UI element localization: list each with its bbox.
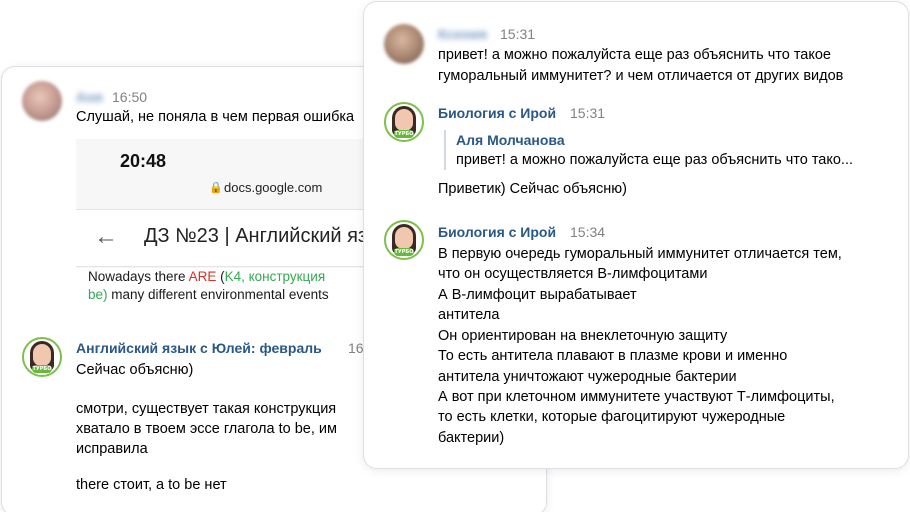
message-line: смотри, существует такая конструкция — [76, 401, 337, 417]
message-time: 15:31 — [570, 105, 606, 121]
lock-icon: 🔒 — [209, 182, 223, 194]
fade-overlay — [76, 302, 376, 307]
chat-card-biology: Ксения 15:31 привет! а можно пожалуйста … — [363, 1, 909, 469]
message-line: антитела — [438, 307, 500, 323]
teacher-avatar[interactable]: ТУРБО — [384, 102, 424, 142]
doc-comment: be) — [88, 287, 108, 302]
quote-text: привет! а можно пожалуйста еще раз объяс… — [456, 152, 854, 168]
sender-name[interactable]: Биология с Ирой — [438, 224, 556, 240]
attached-screenshot[interactable]: 20:48 🔒 docs.google.com ← ДЗ №23 | Англи… — [76, 139, 376, 307]
message-line: бактерии) — [438, 430, 505, 446]
docs-toolbar: ← ДЗ №23 | Английский язык — [76, 209, 376, 267]
avatar-face — [33, 344, 51, 366]
message-line: хватало в твоем эссе глагола to be, им — [76, 421, 337, 437]
message-line: гуморальный иммунитет? и чем отличается … — [438, 68, 844, 84]
message-line: то есть клетки, которые фагоцитируют чуж… — [438, 409, 786, 425]
doc-text: many different environmental events — [107, 287, 329, 302]
message-line: Сейчас объясню) — [76, 362, 194, 378]
phone-status-bar: 20:48 🔒 docs.google.com — [76, 139, 376, 209]
reply-quote[interactable]: Аля Молчанова привет! а можно пожалуйста… — [444, 130, 853, 170]
document-title: ДЗ №23 | Английский язык — [144, 225, 376, 247]
document-body: Nowadays there ARE (K4, конструкция be) … — [76, 268, 376, 307]
teacher-avatar[interactable]: ТУРБО — [384, 220, 424, 260]
doc-text: Nowadays there — [88, 269, 189, 284]
avatar-face — [395, 227, 413, 249]
message-line: А вот при клеточном иммунитете участвуют… — [438, 389, 835, 405]
message-line: То есть антитела плавают в плазме крови … — [438, 348, 788, 364]
message-text: Приветик) Сейчас объясню) — [438, 181, 627, 197]
message-line: что он осуществляется В-лимфоцитами — [438, 266, 708, 282]
turbo-badge: ТУРБО — [32, 365, 52, 373]
message-line: there стоит, а to be нет — [76, 477, 227, 493]
message-line: Он ориентирован на внеклеточную защиту — [438, 328, 728, 344]
message-line: антитела уничтожают чужеродные бактерии — [438, 369, 737, 385]
turbo-badge: ТУРБО — [394, 248, 414, 256]
message-time: 15:34 — [570, 224, 606, 240]
message-line: исправила — [76, 441, 148, 457]
document-line: Nowadays there ARE (K4, конструкция — [88, 269, 325, 284]
message-text: Слушай, не поняла в чем первая ошибка — [76, 109, 355, 125]
sender-name[interactable]: Аня — [76, 89, 103, 105]
sender-name[interactable]: Английский язык с Юлей: февраль — [76, 340, 322, 356]
student-avatar[interactable] — [384, 24, 424, 64]
quote-author: Аля Молчанова — [456, 132, 565, 148]
avatar-face — [395, 109, 413, 131]
message-time: 15:31 — [500, 26, 536, 42]
doc-error-word: ARE — [188, 269, 217, 284]
doc-comment: K4, конструкция — [224, 269, 326, 284]
sender-name[interactable]: Биология с Ирой — [438, 105, 556, 121]
message-line: А В-лимфоцит вырабатывает — [438, 287, 637, 303]
browser-url: docs.google.com — [224, 180, 323, 195]
turbo-badge: ТУРБО — [394, 130, 414, 138]
back-arrow-icon: ← — [94, 223, 118, 250]
student-avatar[interactable] — [22, 81, 62, 121]
phone-clock: 20:48 — [120, 151, 167, 171]
message-line: В первую очередь гуморальный иммунитет о… — [438, 246, 842, 262]
message-line: привет! а можно пожалуйста еще раз объяс… — [438, 47, 832, 63]
teacher-avatar[interactable]: ТУРБО — [22, 337, 62, 377]
document-line: be) many different environmental events — [88, 287, 329, 302]
message-time: 16:50 — [112, 89, 148, 105]
doc-text: ( — [216, 269, 225, 284]
sender-name[interactable]: Ксения — [438, 26, 487, 42]
